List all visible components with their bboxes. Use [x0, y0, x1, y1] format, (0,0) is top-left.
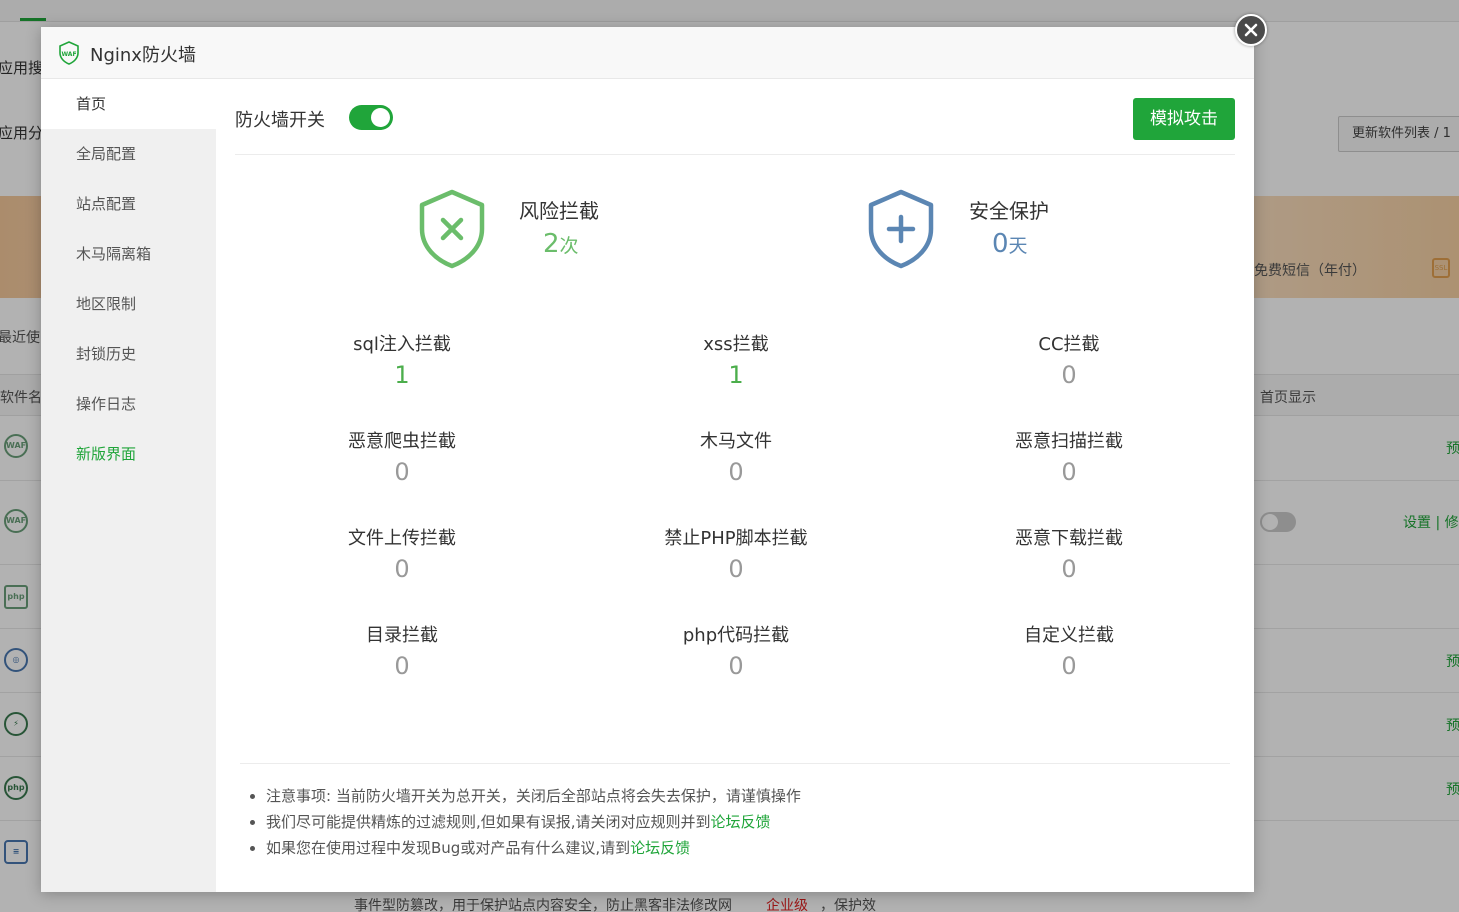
stat-directory: 目录拦截 0	[282, 621, 522, 680]
stat-custom: 自定义拦截 0	[949, 621, 1189, 680]
protection-unit: 天	[1008, 235, 1028, 257]
sidebar-item-site-config[interactable]: 站点配置	[41, 179, 216, 229]
sidebar-item-new-ui[interactable]: 新版界面	[41, 429, 216, 479]
stat-cc: CC拦截 0	[949, 330, 1189, 389]
stat-label: 恶意下载拦截	[1015, 528, 1123, 549]
stat-value: 0	[1061, 555, 1077, 583]
stat-trojan-files: 木马文件 0	[616, 427, 856, 486]
modal-title: Nginx防火墙	[90, 45, 196, 66]
sidebar-item-global-config[interactable]: 全局配置	[41, 129, 216, 179]
stat-php-script-block: 禁止PHP脚本拦截 0	[616, 524, 856, 583]
stat-label: 自定义拦截	[1024, 625, 1114, 646]
protection-days: 0	[992, 229, 1009, 259]
waf-shield-icon: WAF	[59, 41, 79, 65]
note-item: 我们尽可能提供精炼的过滤规则,但如果有误报,请关闭对应规则并到论坛反馈	[266, 812, 801, 838]
stat-value: 0	[728, 555, 744, 583]
stat-label: 禁止PHP脚本拦截	[664, 528, 808, 549]
stat-sql-injection: sql注入拦截 1	[282, 330, 522, 389]
stat-xss: xss拦截 1	[616, 330, 856, 389]
stat-label: 恶意爬虫拦截	[348, 431, 456, 452]
stat-value: 0	[394, 458, 410, 486]
stat-malicious-scan: 恶意扫描拦截 0	[949, 427, 1189, 486]
waf-logo-text: WAF	[61, 51, 76, 58]
stat-label: 恶意扫描拦截	[1015, 431, 1123, 452]
risk-count: 2	[543, 229, 560, 259]
modal-content: 防火墙开关 模拟攻击 风险拦截 2次 安全保护 0天 sql注入拦截 1 xss拦…	[216, 79, 1254, 892]
stat-file-upload: 文件上传拦截 0	[282, 524, 522, 583]
stat-label: xss拦截	[703, 334, 769, 355]
sidebar-item-region-limit[interactable]: 地区限制	[41, 279, 216, 329]
note-text: 注意事项: 当前防火墙开关为总开关，关闭后全部站点将会失去保护，请谨慎操作	[266, 787, 801, 805]
divider	[235, 154, 1235, 155]
simulate-attack-button[interactable]: 模拟攻击	[1133, 98, 1235, 140]
risk-interception-value: 2次	[543, 229, 579, 259]
security-protection-label: 安全保护	[969, 199, 1049, 223]
stat-malicious-crawler: 恶意爬虫拦截 0	[282, 427, 522, 486]
stat-label: 文件上传拦截	[348, 528, 456, 549]
stat-value: 1	[728, 361, 744, 389]
stat-label: CC拦截	[1038, 334, 1100, 355]
stat-label: 木马文件	[700, 431, 772, 452]
stat-value: 0	[394, 555, 410, 583]
stat-value: 0	[1061, 652, 1077, 680]
firewall-switch-label: 防火墙开关	[235, 110, 325, 131]
modal-sidebar: 首页 全局配置 站点配置 木马隔离箱 地区限制 封锁历史 操作日志 新版界面	[41, 79, 216, 892]
note-item: 如果您在使用过程中发现Bug或对产品有什么建议,请到论坛反馈	[266, 838, 801, 864]
stat-value: 0	[1061, 361, 1077, 389]
close-icon	[1244, 23, 1258, 37]
stat-php-code: php代码拦截 0	[616, 621, 856, 680]
note-item: 注意事项: 当前防火墙开关为总开关，关闭后全部站点将会失去保护，请谨慎操作	[266, 786, 801, 812]
close-button[interactable]	[1235, 14, 1267, 46]
shield-plus-icon	[868, 189, 934, 269]
divider	[240, 763, 1230, 764]
stat-label: 目录拦截	[366, 625, 438, 646]
modal-header: WAF Nginx防火墙	[41, 27, 1254, 79]
stat-value: 0	[728, 652, 744, 680]
sidebar-item-home[interactable]: 首页	[41, 79, 216, 129]
security-protection-value: 0天	[992, 229, 1028, 259]
shield-x-icon	[419, 189, 485, 269]
stat-label: sql注入拦截	[353, 334, 451, 355]
stat-value: 0	[1061, 458, 1077, 486]
note-text: 如果您在使用过程中发现Bug或对产品有什么建议,请到	[266, 839, 631, 857]
stat-malicious-download: 恶意下载拦截 0	[949, 524, 1189, 583]
stat-label: php代码拦截	[682, 625, 790, 646]
note-text: 我们尽可能提供精炼的过滤规则,但如果有误报,请关闭对应规则并到	[266, 813, 711, 831]
sidebar-item-block-history[interactable]: 封锁历史	[41, 329, 216, 379]
risk-unit: 次	[559, 235, 579, 257]
sidebar-item-operation-log[interactable]: 操作日志	[41, 379, 216, 429]
stat-value: 0	[394, 652, 410, 680]
notes-list: 注意事项: 当前防火墙开关为总开关，关闭后全部站点将会失去保护，请谨慎操作 我们…	[266, 786, 801, 864]
sidebar-item-trojan-quarantine[interactable]: 木马隔离箱	[41, 229, 216, 279]
stat-value: 1	[394, 361, 410, 389]
forum-feedback-link[interactable]: 论坛反馈	[711, 813, 771, 831]
firewall-switch-toggle[interactable]	[349, 105, 393, 130]
risk-interception-label: 风险拦截	[519, 199, 599, 223]
stat-value: 0	[728, 458, 744, 486]
nginx-firewall-modal: WAF Nginx防火墙 首页 全局配置 站点配置 木马隔离箱 地区限制 封锁历…	[41, 14, 1267, 892]
forum-feedback-link[interactable]: 论坛反馈	[630, 839, 690, 857]
